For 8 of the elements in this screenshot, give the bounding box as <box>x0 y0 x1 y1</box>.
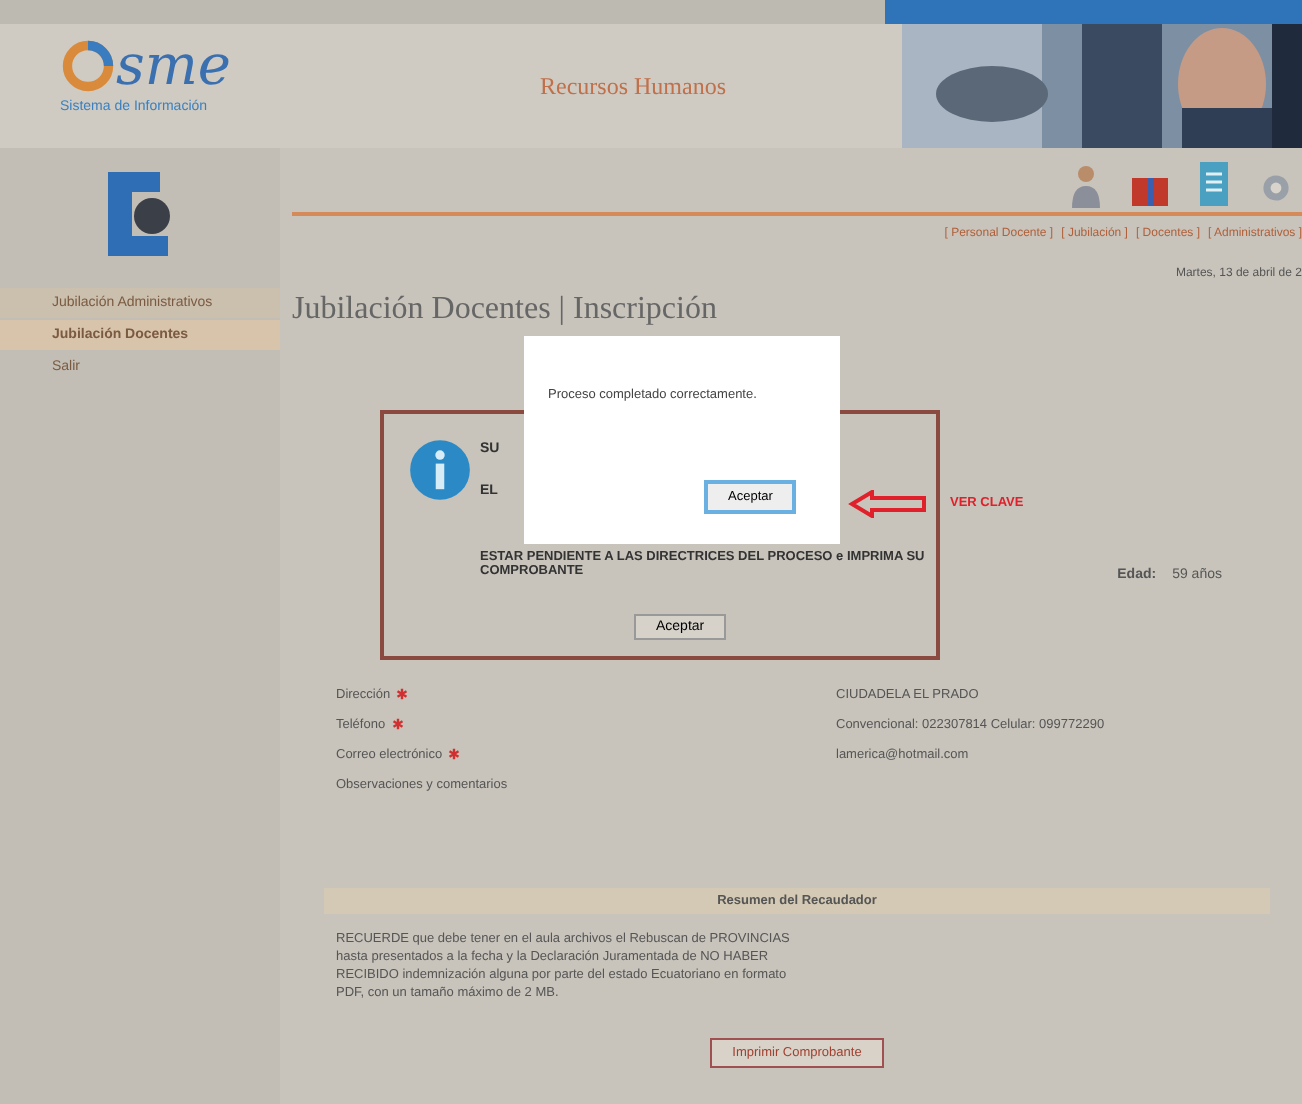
logo-ring-icon <box>60 38 116 94</box>
header-title: Recursos Humanos <box>538 70 728 104</box>
logo-text: sme <box>116 36 231 96</box>
document-icon[interactable] <box>1198 160 1230 208</box>
page-title: Jubilación Docentes | Inscripción <box>292 292 719 328</box>
person-icon[interactable] <box>1070 164 1102 208</box>
arrow-icon <box>848 490 928 518</box>
info-icon <box>408 438 472 502</box>
